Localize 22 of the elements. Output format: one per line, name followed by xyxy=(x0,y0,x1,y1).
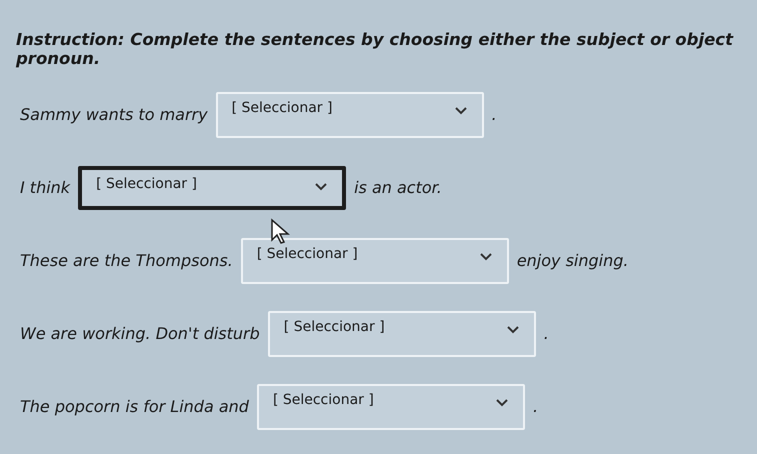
sentence-text: . xyxy=(492,105,497,124)
mouse-cursor-icon xyxy=(270,218,292,244)
answer-dropdown[interactable]: [ Seleccionar ] xyxy=(256,384,525,430)
sentence-text: We are working. Don't disturb xyxy=(20,324,260,343)
answer-dropdown[interactable]: [ Seleccionar ] xyxy=(268,310,536,356)
chevron-down-icon xyxy=(478,252,493,260)
answer-dropdown[interactable]: [ Seleccionar ] xyxy=(240,238,509,284)
answer-dropdown[interactable]: [ Seleccionar ] xyxy=(78,166,346,210)
instruction-text: Instruction: Complete the sentences by choosing either the subject or object pronoun. xyxy=(16,30,734,68)
chevron-down-icon xyxy=(314,182,328,190)
sentence-text: I think xyxy=(20,178,70,197)
sentence-text: is an actor. xyxy=(354,178,442,197)
sentence-text: These are the Thompsons. xyxy=(20,251,233,270)
chevron-down-icon xyxy=(506,324,520,334)
sentence-text: . xyxy=(532,397,538,416)
chevron-down-icon xyxy=(494,398,509,406)
sentence-text: Sammy wants to marry xyxy=(20,105,208,124)
sentence-text: The popcorn is for Linda and xyxy=(20,397,249,416)
chevron-down-icon xyxy=(454,106,468,114)
answer-dropdown[interactable]: [ Seleccionar ] xyxy=(216,92,484,138)
sentence-text: . xyxy=(544,324,549,343)
sentence-text: enjoy singing. xyxy=(516,251,628,270)
